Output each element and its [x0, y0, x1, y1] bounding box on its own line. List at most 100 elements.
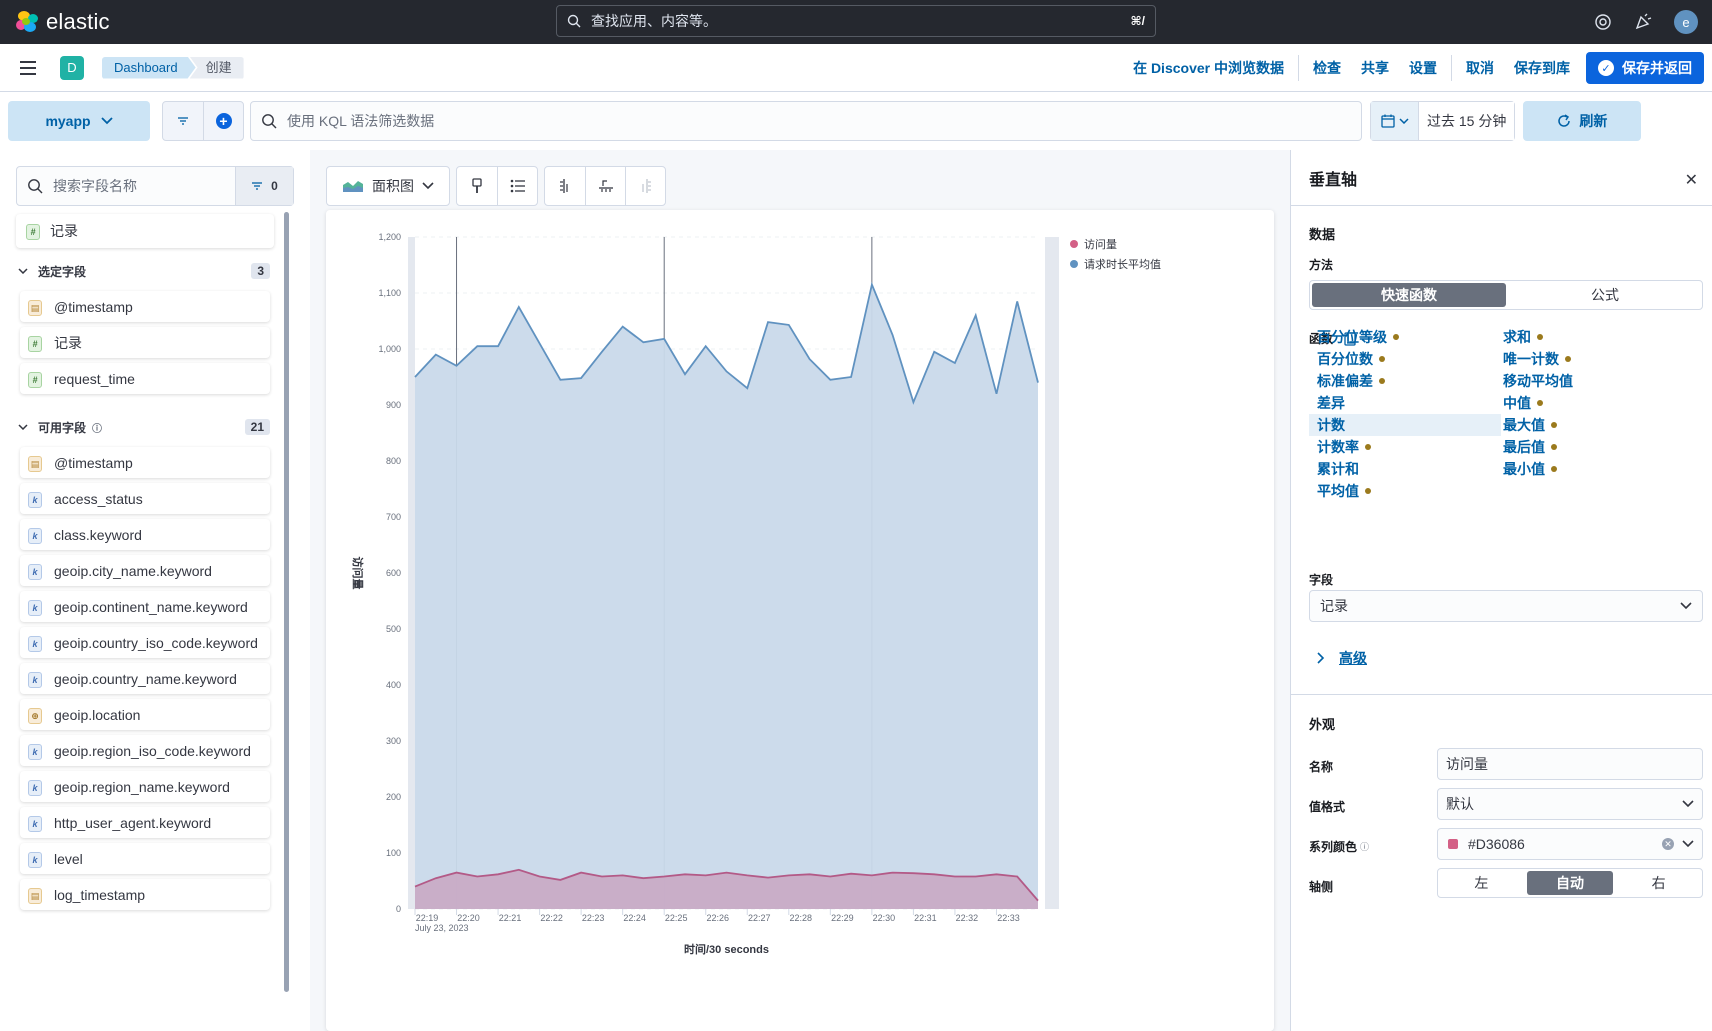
field-item[interactable]: ▤ @timestamp [20, 447, 270, 478]
space-avatar[interactable]: D [60, 55, 84, 80]
function-option[interactable]: 百分位等级 [1309, 326, 1399, 348]
cancel-link[interactable]: 取消 [1452, 58, 1508, 78]
chevron-right-icon [1317, 652, 1325, 664]
app-header: D Dashboard 创建 在 Discover 中浏览数据 检查 共享 设置… [0, 44, 1712, 92]
y-tick-label: 400 [386, 680, 401, 690]
bottom-axis-button[interactable] [585, 167, 625, 205]
series-color-picker[interactable]: #D36086 ✕ [1437, 828, 1703, 860]
axis-side-right[interactable]: 右 [1615, 869, 1702, 897]
info-icon[interactable]: ⓘ [92, 420, 102, 435]
y-tick-label: 900 [386, 400, 401, 410]
field-select[interactable]: 记录 [1309, 590, 1703, 622]
function-option[interactable]: 最大值 [1495, 414, 1557, 436]
field-search-input[interactable]: 搜索字段名称 0 [16, 166, 294, 206]
quick-select-button[interactable] [1371, 102, 1419, 140]
field-list-scrollbar[interactable] [284, 212, 289, 992]
breadcrumb-dashboard[interactable]: Dashboard [102, 57, 196, 79]
function-option[interactable]: 差异 [1309, 392, 1345, 414]
selected-fields-header[interactable]: 选定字段 3 [16, 256, 294, 286]
check-icon: ✓ [1598, 60, 1614, 76]
function-option[interactable]: 百分位数 [1309, 348, 1385, 370]
function-option[interactable]: 求和 [1495, 326, 1543, 348]
selected-fields-list: ▤ @timestamp # 记录 # request_time [16, 291, 294, 394]
function-name: 累计和 [1317, 461, 1359, 477]
value-format-select[interactable]: 默认 [1437, 788, 1703, 820]
unsupported-indicator-icon [1551, 466, 1557, 472]
data-view-picker[interactable]: myapp [8, 101, 150, 141]
time-range[interactable]: 过去 15 分钟 [1419, 102, 1515, 140]
function-option[interactable]: 唯一计数 [1495, 348, 1571, 370]
area-chart[interactable]: 0 100 200 300 400 500 600 700 800 900 1,000 1,100 1,… [326, 210, 1274, 1031]
elastic-logo[interactable]: elastic [16, 9, 110, 35]
save-to-library-link[interactable]: 保存到库 [1508, 58, 1584, 78]
axis-side-auto[interactable]: 自动 [1526, 871, 1614, 895]
field-item[interactable]: k geoip.country_iso_code.keyword [20, 627, 270, 658]
global-search-input[interactable]: 查找应用、内容等。 ⌘/ [556, 5, 1156, 37]
field-item[interactable]: # request_time [20, 363, 270, 394]
function-option[interactable]: 计数率 [1309, 436, 1371, 458]
field-name: @timestamp [54, 455, 133, 471]
field-item[interactable]: # 记录 [20, 327, 270, 358]
unsupported-indicator-icon [1551, 422, 1557, 428]
visual-options-button[interactable] [457, 167, 497, 205]
available-fields-header[interactable]: 可用字段 ⓘ 21 [16, 412, 294, 442]
clear-icon[interactable]: ✕ [1662, 838, 1674, 850]
field-item[interactable]: k geoip.city_name.keyword [20, 555, 270, 586]
function-option[interactable]: 累计和 [1309, 458, 1359, 480]
add-filter-button[interactable]: + [203, 102, 243, 140]
menu-icon[interactable] [20, 60, 36, 75]
x-tick-label: 22:19 [416, 913, 439, 923]
info-icon[interactable]: ⓘ [1360, 840, 1369, 853]
field-item[interactable]: k http_user_agent.keyword [20, 807, 270, 838]
settings-link[interactable]: 设置 [1403, 58, 1451, 78]
save-and-return-button[interactable]: ✓ 保存并返回 [1586, 52, 1704, 84]
keyword-type-icon: k [28, 564, 42, 580]
field-item[interactable]: k class.keyword [20, 519, 270, 550]
field-item[interactable]: k geoip.country_name.keyword [20, 663, 270, 694]
news-feed-icon[interactable] [1634, 13, 1652, 31]
chevron-down-icon [1680, 602, 1692, 610]
series-name-input[interactable]: 访问量 [1437, 748, 1703, 780]
inspect-link[interactable]: 检查 [1299, 58, 1355, 78]
x-tick-label: 22:24 [623, 913, 646, 923]
field-item[interactable]: k level [20, 843, 270, 874]
field-filter-button[interactable]: 0 [235, 167, 293, 205]
x-axis-title: 时间/30 seconds [684, 942, 769, 956]
function-option[interactable]: 中值 [1495, 392, 1543, 414]
formula-tab[interactable]: 公式 [1508, 281, 1702, 309]
close-icon[interactable]: ✕ [1685, 170, 1698, 190]
filter-menu-button[interactable] [163, 102, 203, 140]
field-item[interactable]: ⊕ geoip.location [20, 699, 270, 730]
field-item[interactable]: ▤ log_timestamp [20, 879, 270, 910]
function-option[interactable]: 最后值 [1495, 436, 1557, 458]
advanced-toggle[interactable]: 高级 [1317, 648, 1367, 668]
function-option[interactable]: 最小值 [1495, 458, 1557, 480]
function-option[interactable]: 移动平均值 [1495, 370, 1573, 392]
right-axis-button[interactable] [625, 167, 665, 205]
share-link[interactable]: 共享 [1355, 58, 1403, 78]
kql-search-input[interactable]: 使用 KQL 语法筛选数据 [250, 101, 1362, 141]
legend-options-button[interactable] [497, 167, 537, 205]
records-field[interactable]: # 记录 [16, 214, 274, 248]
x-tick-label: 22:29 [831, 913, 854, 923]
quick-functions-tab[interactable]: 快速函数 [1312, 283, 1506, 307]
filter-icon [178, 117, 188, 125]
field-item[interactable]: k geoip.continent_name.keyword [20, 591, 270, 622]
field-item[interactable]: k access_status [20, 483, 270, 514]
left-axis-button[interactable] [545, 167, 585, 205]
function-option[interactable]: 计数 [1309, 414, 1501, 436]
axis-side-left[interactable]: 左 [1438, 869, 1525, 897]
field-item[interactable]: ▤ @timestamp [20, 291, 270, 322]
function-option[interactable]: 标准偏差 [1309, 370, 1385, 392]
help-icon[interactable] [1594, 13, 1612, 31]
function-name: 计数率 [1317, 439, 1359, 455]
field-item[interactable]: k geoip.region_name.keyword [20, 771, 270, 802]
refresh-button[interactable]: 刷新 [1523, 101, 1642, 141]
explore-in-discover-link[interactable]: 在 Discover 中浏览数据 [1119, 58, 1298, 78]
chart-type-switcher[interactable]: 面积图 [327, 167, 449, 205]
function-option[interactable]: 平均值 [1309, 480, 1371, 502]
number-type-icon: # [28, 372, 42, 388]
user-avatar[interactable]: e [1674, 10, 1698, 34]
chart-type-label: 面积图 [372, 178, 414, 194]
field-item[interactable]: k geoip.region_iso_code.keyword [20, 735, 270, 766]
